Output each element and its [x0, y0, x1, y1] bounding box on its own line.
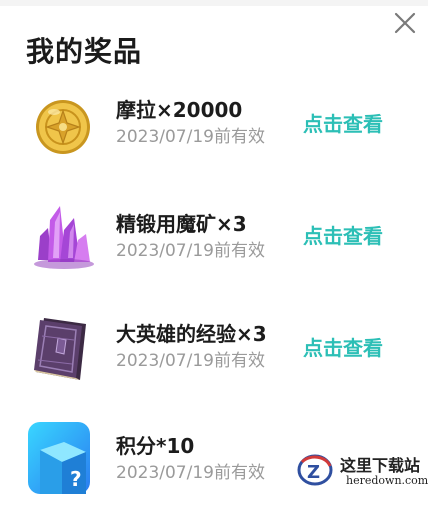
prize-expiry: 2023/07/19前有效	[116, 241, 265, 261]
prize-name: 大英雄的经验×3	[116, 322, 267, 346]
prize-expiry: 2023/07/19前有效	[116, 127, 265, 147]
watermark-en: heredown.com	[346, 474, 428, 487]
view-prize-button[interactable]: 点击查看	[303, 332, 383, 361]
prize-expiry: 2023/07/19前有效	[116, 351, 265, 371]
top-edge-strip	[0, 0, 428, 6]
prize-item: 摩拉×20000 2023/07/19前有效 点击查看	[0, 88, 428, 178]
svg-text:Z: Z	[307, 462, 320, 483]
prize-item: 大英雄的经验×3 2023/07/19前有效 点击查看	[0, 310, 428, 400]
page-title: 我的奖品	[26, 35, 143, 68]
prize-item: 精锻用魔矿×3 2023/07/19前有效 点击查看	[0, 200, 428, 290]
prize-name: 积分*10	[116, 434, 195, 458]
prize-expiry: 2023/07/19前有效	[116, 463, 265, 483]
site-watermark: Z 这里下载站 heredown.com	[294, 448, 428, 491]
svg-text:?: ?	[70, 467, 82, 491]
mora-coin-icon	[36, 100, 90, 154]
view-prize-button[interactable]: 点击查看	[303, 108, 383, 137]
exp-book-icon	[34, 318, 86, 380]
watermark-cn: 这里下载站	[340, 456, 421, 475]
view-prize-button[interactable]: 点击查看	[303, 220, 383, 249]
points-box-icon: ?	[28, 422, 90, 494]
close-icon[interactable]	[390, 8, 420, 38]
prize-name: 精锻用魔矿×3	[116, 212, 247, 236]
mystic-crystal-icon	[34, 206, 94, 269]
prize-name: 摩拉×20000	[116, 98, 243, 122]
site-logo-icon: Z	[297, 454, 333, 486]
